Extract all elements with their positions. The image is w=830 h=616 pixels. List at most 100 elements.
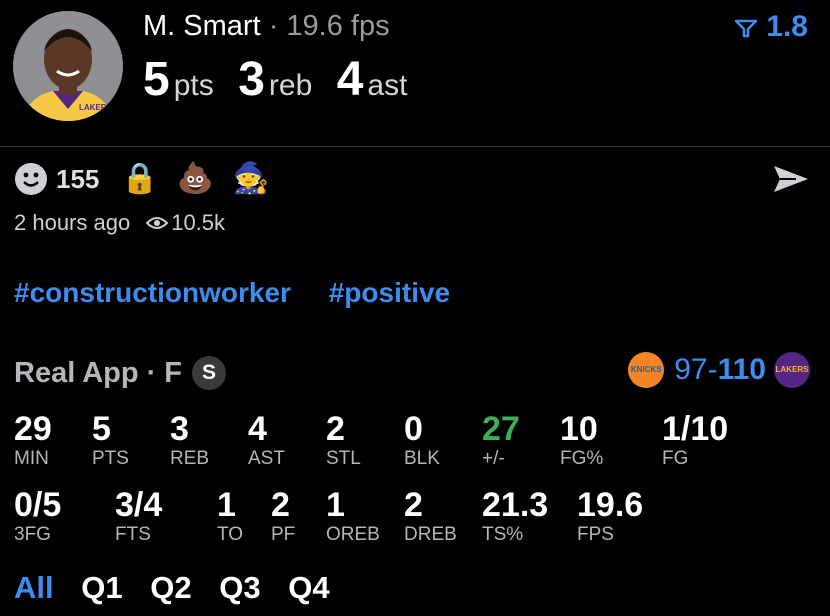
tab-q1[interactable]: Q1 <box>81 570 122 605</box>
headline-stats: 5 pts 3 reb 4 ast <box>143 52 427 107</box>
reaction-row: 155 🔒 💩 🧙 <box>14 160 287 198</box>
stat-value: 1 <box>217 486 236 524</box>
rating-badge[interactable]: 1.8 <box>734 10 808 44</box>
quarter-tabs: All Q1 Q2 Q3 Q4 <box>14 570 349 606</box>
name-separator: · <box>268 10 279 42</box>
tab-q3[interactable]: Q3 <box>219 570 260 605</box>
stat-label: AST <box>248 448 285 469</box>
stat-dreb: 2 DREB <box>404 486 457 546</box>
hashtag-link[interactable]: #constructionworker <box>14 277 291 308</box>
stat-label: REB <box>170 448 210 469</box>
stat-label: FTS <box>115 524 151 545</box>
pts-value: 5 <box>143 53 170 106</box>
eye-icon <box>146 217 169 229</box>
player-name[interactable]: M. Smart <box>143 10 261 42</box>
stat-label: OREB <box>326 524 380 545</box>
team-logo-text: LAKERS <box>79 103 112 112</box>
tab-q2[interactable]: Q2 <box>150 570 191 605</box>
stat-value: 29 <box>14 410 52 448</box>
player-name-line[interactable]: M. Smart · 19.6 fps <box>143 10 390 43</box>
stat-value: 2 <box>326 410 345 448</box>
score-left: 97- <box>674 353 718 386</box>
stat-value: 1 <box>326 486 345 524</box>
stat-label: FG% <box>560 448 604 469</box>
rating-value: 1.8 <box>766 10 808 43</box>
filter-arrow-icon <box>734 19 758 38</box>
post-meta: 2 hours ago 10.5k <box>14 210 225 236</box>
send-icon <box>774 166 808 192</box>
stat-value: 3 <box>170 410 189 448</box>
stat-fps: 19.6 FPS <box>577 486 643 546</box>
stat-label: FG <box>662 448 689 469</box>
tab-all[interactable]: All <box>14 570 54 605</box>
smiley-icon[interactable] <box>14 162 48 196</box>
game-separator: · <box>146 356 157 389</box>
score-right: 110 <box>717 353 766 386</box>
poop-icon[interactable]: 💩 <box>177 164 214 194</box>
game-source[interactable]: Real App · F S <box>14 356 226 390</box>
stat-oreb: 1 OREB <box>326 486 380 546</box>
game-status: F <box>164 356 182 389</box>
stat-pf: 2 PF <box>271 486 295 546</box>
stat-value: 0 <box>404 410 423 448</box>
s-badge: S <box>192 356 226 390</box>
stat-blk: 0 BLK <box>404 410 440 470</box>
stat-label: PTS <box>92 448 129 469</box>
reaction-count: 155 <box>56 163 100 194</box>
stat-fts: 3/4 FTS <box>115 486 162 546</box>
stat-label: MIN <box>14 448 49 469</box>
post-time: 2 hours ago <box>14 210 131 235</box>
stat-value: 3/4 <box>115 486 163 524</box>
wizard-icon[interactable]: 🧙 <box>232 164 269 194</box>
stat-ts-pct: 21.3 TS% <box>482 486 548 546</box>
send-button[interactable] <box>772 163 810 200</box>
stat-stl: 2 STL <box>326 410 361 470</box>
stat-label: +/- <box>482 448 505 469</box>
pts-unit: pts <box>173 69 214 102</box>
stat-value: 0/5 <box>14 486 62 524</box>
hashtag-row: #constructionworker #positive <box>14 277 480 309</box>
stat-label: TO <box>217 524 244 545</box>
hashtag-link[interactable]: #positive <box>329 277 450 308</box>
stat-label: DREB <box>404 524 457 545</box>
stat-value: 21.3 <box>482 486 549 524</box>
stat-ast: 4 AST <box>248 410 285 470</box>
player-avatar[interactable]: LAKERS <box>13 11 123 121</box>
reb-value: 3 <box>238 53 265 106</box>
stat-label: 3FG <box>14 524 51 545</box>
knicks-logo-icon: KNICKS <box>628 352 665 388</box>
game-score[interactable]: KNICKS 97- 110 LAKERS <box>628 352 810 388</box>
stat-label: PF <box>271 524 296 545</box>
stat-value: 19.6 <box>577 486 644 524</box>
stat-value: 5 <box>92 410 111 448</box>
tab-q4[interactable]: Q4 <box>288 570 329 605</box>
stat-value: 2 <box>404 486 423 524</box>
stat-label: TS% <box>482 524 524 545</box>
lock-icon[interactable]: 🔒 <box>121 164 158 194</box>
stat-min: 29 MIN <box>14 410 52 470</box>
reb-unit: reb <box>268 69 313 102</box>
ast-value: 4 <box>336 53 364 106</box>
header-divider <box>0 146 830 147</box>
stat-value: 2 <box>271 486 290 524</box>
stat-fg: 1/10 FG <box>662 410 728 470</box>
app-name: Real App <box>14 356 139 389</box>
stat-value: 4 <box>248 410 267 448</box>
fps-value: 19.6 fps <box>286 10 390 42</box>
lakers-logo-icon: LAKERS <box>774 352 810 388</box>
stat-fg-pct: 10 FG% <box>560 410 603 470</box>
stat-label: BLK <box>404 448 440 469</box>
stat-plus-minus: 27 +/- <box>482 410 520 470</box>
ast-unit: ast <box>367 69 408 102</box>
stat-pts: 5 PTS <box>92 410 129 470</box>
stat-to: 1 TO <box>217 486 243 546</box>
stat-value: 1/10 <box>662 410 729 448</box>
stat-value: 10 <box>560 410 598 448</box>
view-count-value: 10.5k <box>171 210 226 235</box>
view-count: 10.5k <box>146 210 225 236</box>
stat-3fg: 0/5 3FG <box>14 486 61 546</box>
stat-value: 27 <box>482 410 520 448</box>
stat-reb: 3 REB <box>170 410 209 470</box>
stat-label: FPS <box>577 524 614 545</box>
stat-label: STL <box>326 448 361 469</box>
